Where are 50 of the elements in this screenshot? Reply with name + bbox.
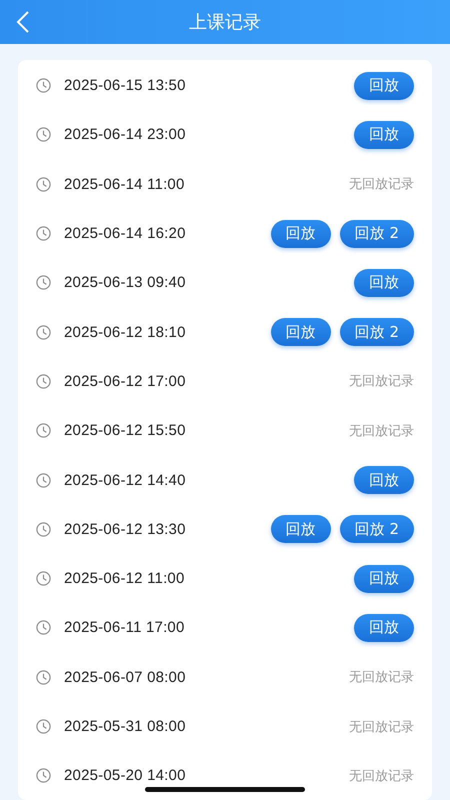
clock-icon xyxy=(36,670,51,685)
no-replay-note: 无回放记录 xyxy=(349,718,414,736)
clock-icon xyxy=(36,522,51,537)
replay-button[interactable]: 回放 xyxy=(354,268,414,297)
clock-icon xyxy=(36,226,51,242)
record-time: 2025-06-12 14:40 xyxy=(64,472,186,489)
clock-icon xyxy=(36,275,51,290)
record-time: 2025-06-13 09:40 xyxy=(64,274,186,292)
replay-button[interactable]: 回放 xyxy=(354,466,414,494)
back-icon xyxy=(16,11,30,33)
record-time: 2025-05-31 08:00 xyxy=(64,718,186,735)
replay-button[interactable]: 回放 2 xyxy=(340,318,414,346)
record-time: 2025-06-15 13:50 xyxy=(64,77,186,94)
clock-icon xyxy=(36,620,51,636)
record-time: 2025-06-07 08:00 xyxy=(64,668,186,686)
replay-button[interactable]: 回放 2 xyxy=(340,220,414,248)
clock-icon xyxy=(36,768,51,784)
record-time: 2025-06-12 15:50 xyxy=(64,422,186,440)
clock-icon xyxy=(36,78,51,94)
record-time: 2025-06-14 23:00 xyxy=(64,126,186,144)
record-time: 2025-06-14 11:00 xyxy=(64,176,185,193)
record-time: 2025-06-14 16:20 xyxy=(64,225,186,242)
replay-button[interactable]: 回放 xyxy=(270,318,331,346)
no-replay-note: 无回放记录 xyxy=(349,176,414,194)
page-title: 上课记录 xyxy=(189,11,261,34)
replay-button[interactable]: 回放 xyxy=(354,120,414,149)
replay-button[interactable]: 回放 xyxy=(354,72,414,100)
replay-button[interactable]: 回放 xyxy=(270,220,331,248)
clock-icon xyxy=(36,127,51,142)
record-time: 2025-05-20 14:00 xyxy=(64,767,186,784)
clock-icon xyxy=(36,472,51,488)
clock-icon xyxy=(36,719,51,734)
no-replay-note: 无回放记录 xyxy=(349,422,414,440)
record-time: 2025-06-12 11:00 xyxy=(64,570,185,588)
replay-button[interactable]: 回放 xyxy=(270,515,331,544)
record-time: 2025-06-12 18:10 xyxy=(64,324,186,341)
clock-icon xyxy=(36,374,51,389)
no-replay-note: 无回放记录 xyxy=(349,373,414,390)
no-replay-note: 无回放记录 xyxy=(349,768,414,785)
replay-button[interactable]: 回放 xyxy=(354,614,414,642)
record-time: 2025-06-11 17:00 xyxy=(64,619,185,636)
clock-icon xyxy=(36,423,51,438)
no-replay-note: 无回放记录 xyxy=(349,669,414,686)
clock-icon xyxy=(36,571,51,586)
replay-button[interactable]: 回放 2 xyxy=(340,515,414,544)
clock-icon xyxy=(36,176,51,192)
replay-button[interactable]: 回放 xyxy=(354,564,414,593)
record-time: 2025-06-12 17:00 xyxy=(64,372,186,390)
clock-icon xyxy=(36,324,51,340)
record-time: 2025-06-12 13:30 xyxy=(64,520,186,538)
